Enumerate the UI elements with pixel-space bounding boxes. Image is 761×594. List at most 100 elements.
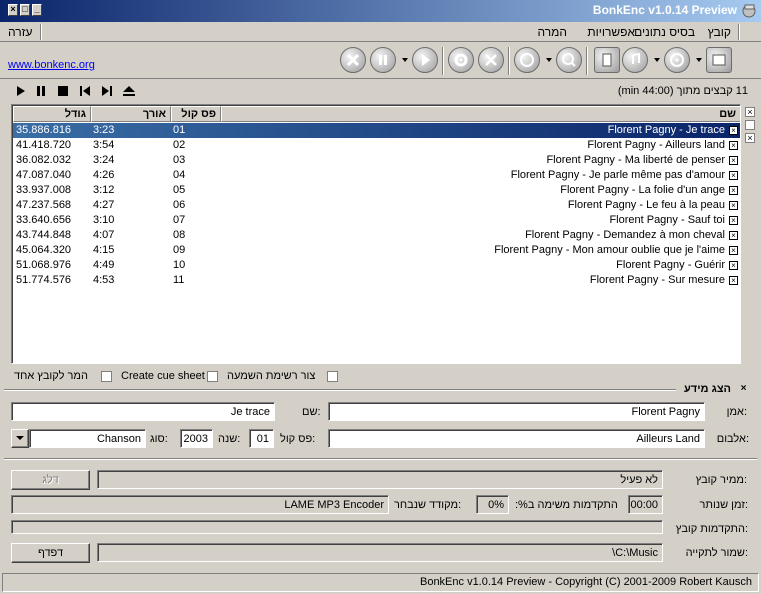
- track-length: 4:15: [93, 244, 115, 256]
- row-checkbox[interactable]: ×: [729, 186, 738, 195]
- cddb-query-button[interactable]: [514, 47, 540, 73]
- list-item[interactable]: 51.068.976 4:49 10 Florent Pagny - Guérir ×: [13, 258, 740, 273]
- file-list[interactable]: גודל אורך פס קול שם 35.886.816 3:23 01 Flor…: [11, 104, 741, 364]
- row-checkbox[interactable]: ×: [729, 231, 738, 240]
- list-item[interactable]: 45.064.320 4:15 09 Florent Pagny - Mon amou…: [13, 243, 740, 258]
- divider: [4, 389, 676, 391]
- list-item[interactable]: 36.082.032 3:24 03 Florent Pagny - Ma liber…: [13, 153, 740, 168]
- pause-button[interactable]: [370, 47, 396, 73]
- chevron-down-icon[interactable]: [546, 58, 552, 62]
- row-checkbox[interactable]: ×: [729, 276, 738, 285]
- track-length: 3:54: [93, 139, 115, 151]
- chevron-down-icon[interactable]: [654, 58, 660, 62]
- list-item[interactable]: 51.774.576 4:53 11 Florent Pagny - Sur mesu…: [13, 273, 740, 288]
- list-item[interactable]: 43.744.848 4:07 08 Florent Pagny - Demandez…: [13, 228, 740, 243]
- encoder-status-field: לא פעיל: [97, 470, 663, 489]
- tools-button[interactable]: [478, 47, 504, 73]
- show-info-checkbox[interactable]: ×: [738, 384, 749, 395]
- list-item[interactable]: 47.087.040 4:26 04 Florent Pagny - Je parle…: [13, 168, 740, 183]
- menu-help[interactable]: עזרה: [8, 25, 33, 39]
- column-size[interactable]: גודל: [13, 106, 91, 122]
- column-name[interactable]: שם: [221, 106, 740, 122]
- row-checkbox[interactable]: ×: [729, 216, 738, 225]
- file-size: 36.082.032: [16, 154, 72, 166]
- title-field[interactable]: Je trace: [11, 402, 275, 421]
- encoder-status-label: ממיר קובץ:: [695, 474, 747, 486]
- track-number: 09: [173, 244, 186, 256]
- album-label: אלבום:: [716, 433, 749, 445]
- add-files-button[interactable]: [706, 47, 732, 73]
- file-progress-bar: [11, 520, 663, 534]
- file-size: 41.418.720: [16, 139, 72, 151]
- album-field[interactable]: Ailleurs Land: [328, 429, 705, 448]
- artist-label: אמן:: [726, 406, 747, 418]
- maximize-button[interactable]: □: [20, 4, 30, 16]
- close-button[interactable]: ×: [8, 4, 18, 16]
- eject-icon[interactable]: [122, 85, 136, 97]
- menu-encode[interactable]: המרה: [537, 25, 567, 39]
- search-button[interactable]: [556, 47, 582, 73]
- row-checkbox[interactable]: ×: [729, 261, 738, 270]
- playlist-checkbox[interactable]: [327, 371, 338, 382]
- menu-database[interactable]: בסיס נתונים: [634, 25, 695, 39]
- browse-button[interactable]: דפדף: [11, 543, 90, 563]
- row-checkbox[interactable]: ×: [729, 246, 738, 255]
- show-info-label: הצג מידע: [684, 383, 731, 395]
- skip-button[interactable]: דלג: [11, 470, 90, 490]
- status-bar: BonkEnc v1.0.14 Preview - Copyright (C) …: [2, 573, 759, 592]
- time-left-label: זמן שנותר:: [699, 499, 748, 511]
- list-item[interactable]: 41.418.720 3:54 02 Florent Pagny - Ailleurs…: [13, 138, 740, 153]
- row-checkbox[interactable]: ×: [729, 126, 738, 135]
- cue-sheet-checkbox[interactable]: [207, 371, 218, 382]
- single-file-checkbox[interactable]: [101, 371, 112, 382]
- row-checkbox[interactable]: ×: [729, 171, 738, 180]
- stop-encode-button[interactable]: [340, 47, 366, 73]
- track-name: Florent Pagny - Demandez à mon cheval: [525, 229, 725, 241]
- row-checkbox[interactable]: ×: [729, 201, 738, 210]
- genre-dropdown-button[interactable]: [11, 429, 29, 448]
- pause-icon[interactable]: [34, 85, 48, 97]
- menu-options[interactable]: אפשרויות: [587, 25, 635, 39]
- chevron-down-icon[interactable]: [402, 58, 408, 62]
- year-field[interactable]: 2003: [180, 429, 213, 448]
- remove-file-button[interactable]: [594, 47, 620, 73]
- list-item[interactable]: 47.237.568 4:27 06 Florent Pagny - Le feu à…: [13, 198, 740, 213]
- add-audio-button[interactable]: [622, 47, 648, 73]
- minimize-button[interactable]: _: [32, 4, 42, 16]
- select-none-checkbox[interactable]: [745, 120, 755, 130]
- settings-button[interactable]: [448, 47, 474, 73]
- menu-file[interactable]: קובץ: [708, 25, 731, 39]
- file-size: 51.774.576: [16, 274, 72, 286]
- chevron-down-icon[interactable]: [696, 58, 702, 62]
- output-folder-label: שמור לתקייה:: [685, 547, 748, 559]
- add-cd-button[interactable]: [664, 47, 690, 73]
- row-checkbox[interactable]: ×: [729, 141, 738, 150]
- genre-field[interactable]: Chanson: [29, 429, 146, 448]
- toggle-selection-checkbox[interactable]: ×: [745, 133, 755, 143]
- play-icon[interactable]: [14, 85, 28, 97]
- list-item[interactable]: 33.937.008 3:12 05 Florent Pagny - La folie…: [13, 183, 740, 198]
- track-length: 4:49: [93, 259, 115, 271]
- select-all-checkbox[interactable]: ×: [745, 107, 755, 117]
- selected-encoder-field: LAME MP3 Encoder: [11, 495, 389, 514]
- app-icon: [742, 4, 756, 18]
- output-folder-field[interactable]: C:\Music\: [97, 543, 663, 562]
- track-field[interactable]: 01: [249, 429, 274, 448]
- row-checkbox[interactable]: ×: [729, 156, 738, 165]
- previous-icon[interactable]: [78, 85, 92, 97]
- column-length[interactable]: אורך: [91, 106, 171, 122]
- list-item[interactable]: 33.640.656 3:10 07 Florent Pagny - Sauf toi…: [13, 213, 740, 228]
- column-track[interactable]: פס קול: [171, 106, 221, 122]
- file-size: 33.640.656: [16, 214, 72, 226]
- progress-percent-label: התקדמות משימה ב%:: [515, 499, 618, 511]
- start-encode-button[interactable]: [412, 47, 438, 73]
- track-length: 4:53: [93, 274, 115, 286]
- stop-icon[interactable]: [56, 85, 70, 97]
- track-name: Florent Pagny - Mon amour oublie que je …: [494, 244, 725, 256]
- track-number: 08: [173, 229, 186, 241]
- menu-separator: [738, 24, 740, 40]
- artist-field[interactable]: Florent Pagny: [328, 402, 705, 421]
- list-item[interactable]: 35.886.816 3:23 01 Florent Pagny - Je trace…: [13, 123, 740, 138]
- next-icon[interactable]: [100, 85, 114, 97]
- website-link[interactable]: www.bonkenc.org: [8, 59, 95, 71]
